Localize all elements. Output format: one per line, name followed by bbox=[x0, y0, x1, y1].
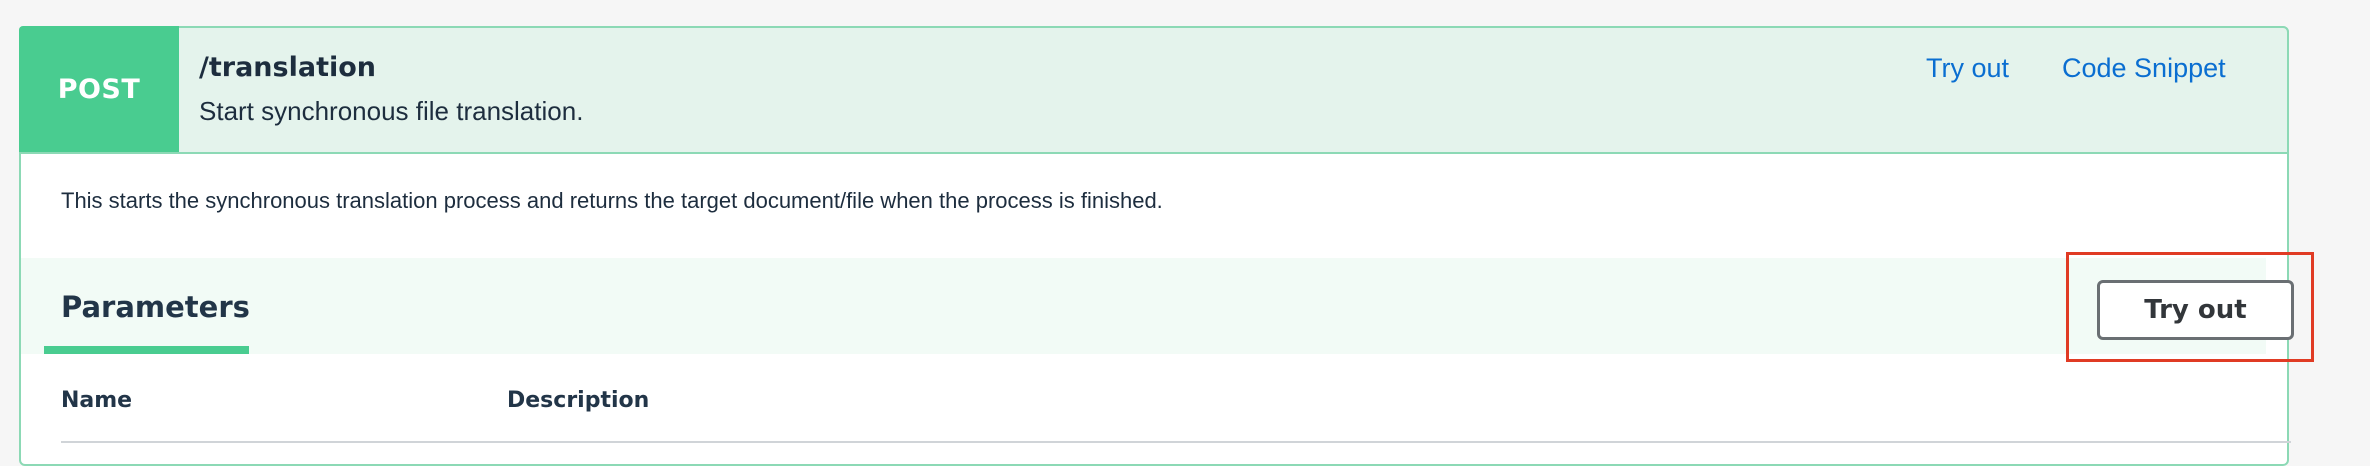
try-out-button[interactable]: Try out bbox=[2097, 280, 2294, 340]
try-out-link[interactable]: Try out bbox=[1926, 53, 2009, 84]
operation-header-bg bbox=[19, 26, 2289, 154]
operation-summary: Start synchronous file translation. bbox=[199, 96, 584, 126]
operation-path: /translation bbox=[199, 52, 377, 83]
table-divider bbox=[61, 441, 2291, 443]
parameters-bar: Parameters bbox=[21, 258, 2266, 354]
parameters-title: Parameters bbox=[61, 290, 250, 324]
method-badge: POST bbox=[19, 26, 179, 152]
parameters-tab[interactable]: Parameters bbox=[44, 258, 250, 354]
column-header-description: Description bbox=[507, 388, 650, 413]
operation-header[interactable]: POST /translation Start synchronous file… bbox=[19, 26, 2289, 154]
parameters-tab-underline bbox=[44, 346, 249, 354]
code-snippet-link[interactable]: Code Snippet bbox=[2062, 53, 2226, 84]
column-header-name: Name bbox=[61, 388, 133, 413]
operation-description: This starts the synchronous translation … bbox=[61, 188, 1163, 213]
